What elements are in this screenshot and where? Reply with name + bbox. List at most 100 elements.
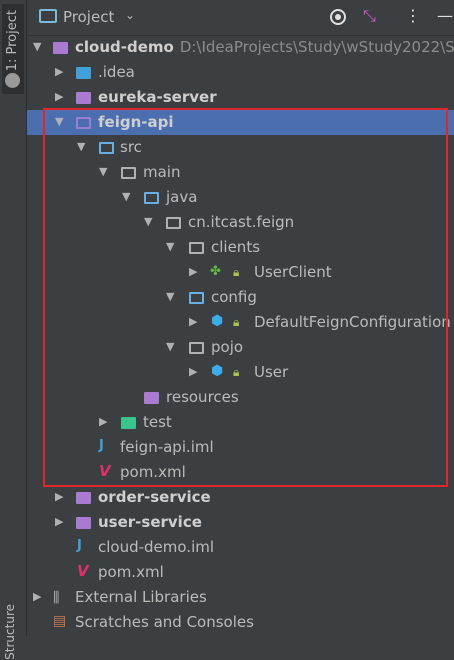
chevron-down-icon[interactable]: ⌄	[125, 8, 135, 22]
collapsed-arrow-icon[interactable]: ▶	[33, 590, 41, 603]
tree-row-label: User	[254, 363, 289, 381]
tree-row-label: eureka-server	[98, 88, 217, 106]
class-icon: ⬢	[211, 313, 224, 329]
hide-panel-icon[interactable]: —	[437, 6, 453, 25]
tree-row-label: cloud-demo D:\IdeaProjects\Study\wStudy20…	[75, 38, 454, 56]
collapsed-arrow-icon[interactable]: ▶	[55, 490, 63, 503]
project-view-selector[interactable]: Project	[63, 8, 114, 26]
module-name: cloud-demo	[75, 38, 174, 56]
iml-file-icon: J	[77, 538, 82, 553]
expanded-arrow-icon[interactable]: ▼	[166, 290, 174, 303]
expanded-arrow-icon[interactable]: ▼	[166, 340, 174, 353]
collapsed-arrow-icon[interactable]: ▶	[55, 90, 63, 103]
module-folder-icon	[76, 92, 91, 104]
tree-row-label: cloud-demo.iml	[98, 538, 215, 556]
tree-row-root-iml[interactable]: J cloud-demo.iml	[27, 535, 454, 560]
tree-row-main[interactable]: ▼ main	[27, 160, 454, 185]
tree-row-user-client[interactable]: ▶ ✤ 🔒︎ UserClient	[27, 260, 454, 285]
collapsed-arrow-icon[interactable]: ▶	[99, 415, 107, 428]
source-folder-icon	[99, 142, 114, 154]
library-icon: ⫼	[53, 590, 60, 606]
tree-row-feign-pom[interactable]: V pom.xml	[27, 460, 454, 485]
expanded-arrow-icon[interactable]: ▼	[122, 190, 130, 203]
package-icon	[166, 217, 181, 229]
expanded-arrow-icon[interactable]: ▼	[166, 240, 174, 253]
interface-icon: ✤	[210, 264, 221, 279]
collapsed-arrow-icon[interactable]: ▶	[55, 515, 63, 528]
tree-row-label: clients	[211, 238, 261, 256]
tree-row-label: Scratches and Consoles	[75, 613, 254, 631]
tree-row-idea[interactable]: ▶ .idea	[27, 60, 454, 85]
tree-row-label: pojo	[211, 338, 244, 356]
tree-row-eureka-server[interactable]: ▶ eureka-server	[27, 85, 454, 110]
tree-row-label: cn.itcast.feign	[188, 213, 295, 231]
folder-icon	[121, 167, 136, 179]
expanded-arrow-icon[interactable]: ▼	[33, 40, 41, 53]
tree-row-label: user-service	[98, 513, 202, 531]
project-folder-icon	[39, 9, 57, 23]
tree-row-config[interactable]: ▼ config	[27, 285, 454, 310]
locate-file-icon[interactable]	[330, 9, 346, 25]
config-package-icon	[189, 292, 204, 304]
tree-row-default-config[interactable]: ▶ ⬢ 🔒︎ DefaultFeignConfiguration	[27, 310, 454, 335]
module-path: D:\IdeaProjects\Study\wStudy2022\Sp	[179, 38, 454, 56]
expanded-arrow-icon[interactable]: ▼	[144, 215, 152, 228]
tree-row-label: DefaultFeignConfiguration	[254, 313, 451, 331]
tree-row-scratches[interactable]: ▤ Scratches and Consoles	[27, 610, 454, 635]
class-icon: ⬢	[211, 363, 224, 379]
package-icon	[189, 242, 204, 254]
lock-icon: 🔒︎	[233, 365, 240, 379]
tree-row-label: feign-api	[98, 113, 174, 131]
tree-row-package[interactable]: ▼ cn.itcast.feign	[27, 210, 454, 235]
tree-row-external-libraries[interactable]: ▶ ⫼ External Libraries	[27, 585, 454, 610]
tree-row-user-service[interactable]: ▶ user-service	[27, 510, 454, 535]
expanded-arrow-icon[interactable]: ▼	[77, 140, 85, 153]
tree-row-label: config	[211, 288, 257, 306]
maven-pom-icon: V	[77, 562, 89, 580]
module-folder-icon	[76, 492, 91, 504]
tree-row-root-pom[interactable]: V pom.xml	[27, 560, 454, 585]
tree-row-label: order-service	[98, 488, 211, 506]
tree-row-label: src	[120, 138, 142, 156]
tree-row-label: main	[143, 163, 181, 181]
module-folder-icon	[76, 517, 91, 529]
tree-row-label: feign-api.iml	[120, 438, 214, 456]
source-root-folder-icon	[144, 192, 159, 204]
tree-row-pojo[interactable]: ▼ pojo	[27, 335, 454, 360]
tree-row-cloud-demo[interactable]: ▼ cloud-demo D:\IdeaProjects\Study\wStudy…	[27, 35, 454, 60]
gradle-icon[interactable]	[5, 73, 20, 88]
tree-row-user[interactable]: ▶ ⬢ 🔒︎ User	[27, 360, 454, 385]
idea-folder-icon	[76, 67, 91, 79]
tree-row-clients[interactable]: ▼ clients	[27, 235, 454, 260]
expanded-arrow-icon[interactable]: ▼	[55, 115, 63, 128]
expanded-arrow-icon[interactable]: ▼	[99, 165, 107, 178]
lock-icon: 🔒︎	[233, 315, 240, 329]
collapsed-arrow-icon[interactable]: ▶	[55, 65, 63, 78]
tree-row-feign-iml[interactable]: J feign-api.iml	[27, 435, 454, 460]
collapsed-arrow-icon[interactable]: ▶	[189, 265, 197, 278]
scratches-icon: ▤	[53, 613, 67, 629]
collapsed-arrow-icon[interactable]: ▶	[189, 365, 197, 378]
lock-icon: 🔒︎	[233, 265, 240, 279]
tree-row-test[interactable]: ▶ test	[27, 410, 454, 435]
package-icon	[189, 342, 204, 354]
tree-row-order-service[interactable]: ▶ order-service	[27, 485, 454, 510]
project-panel-header: Project ⌄ ⤡ ⋮ —	[27, 0, 454, 36]
tree-row-resources[interactable]: resources	[27, 385, 454, 410]
tree-row-label: .idea	[98, 63, 135, 81]
options-menu-icon[interactable]: ⋮	[405, 6, 421, 25]
tree-row-label: External Libraries	[75, 588, 207, 606]
project-tool-tab-label: 1: Project	[5, 10, 20, 72]
structure-tool-tab-label[interactable]: Structure	[3, 604, 17, 660]
tool-window-stripe: 1: Project Structure	[0, 0, 27, 660]
tree-row-feign-api[interactable]: ▼ feign-api	[27, 110, 454, 135]
tree-row-label: pom.xml	[120, 463, 186, 481]
module-folder-icon	[76, 117, 91, 129]
collapse-all-icon[interactable]: ⤡	[363, 6, 376, 26]
iml-file-icon: J	[99, 438, 104, 453]
tree-row-java[interactable]: ▼ java	[27, 185, 454, 210]
tree-row-src[interactable]: ▼ src	[27, 135, 454, 160]
tree-row-label: UserClient	[254, 263, 332, 281]
test-folder-icon	[121, 417, 136, 429]
collapsed-arrow-icon[interactable]: ▶	[189, 315, 197, 328]
